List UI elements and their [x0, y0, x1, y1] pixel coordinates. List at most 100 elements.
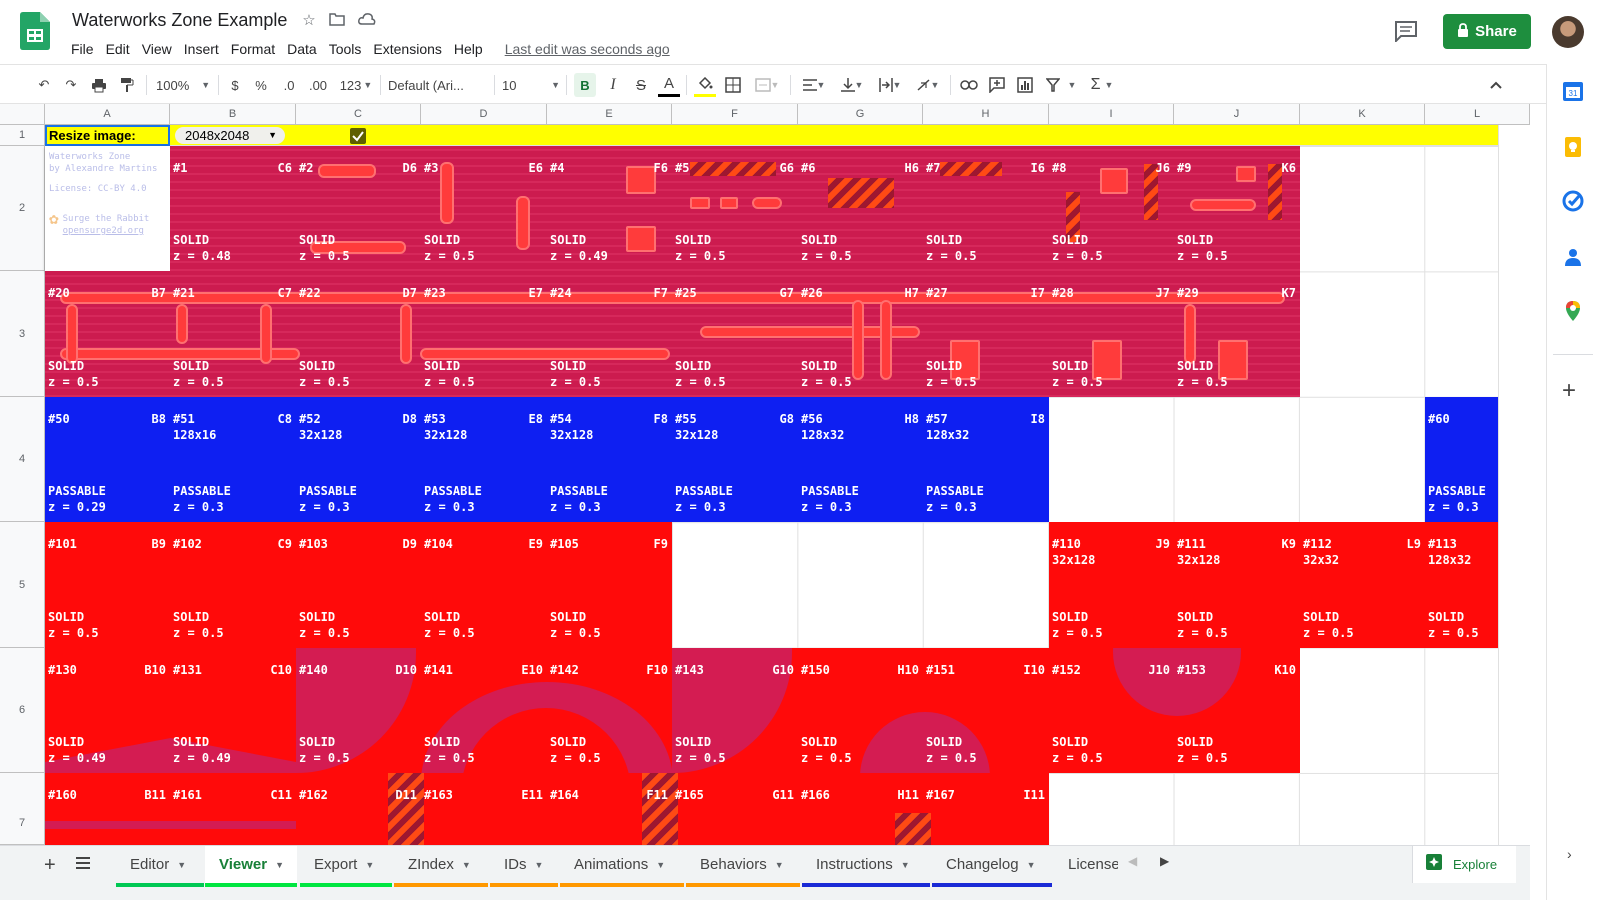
tile[interactable]: #104 E9 SOLID z = 0.5 [421, 522, 547, 648]
share-button[interactable]: Share [1443, 14, 1531, 49]
tile[interactable]: #52 32x128 D8 PASSABLE z = 0.3 [296, 397, 421, 522]
undo-icon[interactable]: ↶ [33, 73, 55, 97]
add-sheet-icon[interactable]: + [44, 854, 56, 877]
tile[interactable]: #1 C6 SOLID z = 0.48 [170, 146, 296, 271]
account-avatar[interactable] [1552, 16, 1584, 48]
row-header[interactable]: 7 [0, 773, 45, 845]
column-header[interactable]: D [421, 104, 547, 125]
tile[interactable]: #26 H7 SOLID z = 0.5 [798, 271, 923, 397]
menu-file[interactable]: File [65, 38, 100, 60]
column-header[interactable]: L [1425, 104, 1530, 125]
document-title[interactable]: Waterworks Zone Example [72, 10, 287, 31]
tile[interactable]: #152 J10 SOLID z = 0.5 [1049, 648, 1174, 773]
column-header[interactable]: H [923, 104, 1049, 125]
tab-zindex[interactable]: ZIndex ▼ [394, 846, 488, 887]
tile[interactable]: #101 B9 SOLID z = 0.5 [45, 522, 170, 648]
tile[interactable]: #164 F11 [547, 773, 672, 845]
tile[interactable]: #112 32x32 L9 SOLID z = 0.5 [1300, 522, 1425, 648]
sheets-logo-icon[interactable] [20, 12, 50, 50]
insert-link-icon[interactable] [958, 73, 980, 97]
tile[interactable]: #3 E6 SOLID z = 0.5 [421, 146, 547, 271]
menu-format[interactable]: Format [225, 38, 281, 60]
zoom-select[interactable]: 100% ▼ [156, 73, 212, 97]
tile[interactable]: #2 D6 SOLID z = 0.5 [296, 146, 421, 271]
column-header[interactable]: G [798, 104, 923, 125]
tile[interactable]: #143 G10 SOLID z = 0.5 [672, 648, 798, 773]
tile[interactable]: #9 K6 SOLID z = 0.5 [1174, 146, 1300, 271]
tile[interactable]: #29 K7 SOLID z = 0.5 [1174, 271, 1300, 397]
maps-icon[interactable] [1562, 300, 1584, 322]
column-header[interactable]: E [547, 104, 672, 125]
collapse-toolbar-icon[interactable] [1486, 73, 1506, 97]
tile[interactable]: #20 B7 SOLID z = 0.5 [45, 271, 170, 397]
tile[interactable]: #103 D9 SOLID z = 0.5 [296, 522, 421, 648]
tile[interactable]: #102 C9 SOLID z = 0.5 [170, 522, 296, 648]
tile[interactable]: #105 F9 SOLID z = 0.5 [547, 522, 672, 648]
more-formats-select[interactable]: 123 ▼ [338, 73, 374, 97]
menu-extensions[interactable]: Extensions [367, 38, 447, 60]
tab-changelog[interactable]: Changelog ▼ [932, 846, 1052, 887]
vertical-align-icon[interactable]: ▼ [836, 73, 868, 97]
increase-decimal-button[interactable]: .00 [306, 73, 330, 97]
merge-cells-icon[interactable]: ▼ [750, 73, 784, 97]
comment-history-icon[interactable] [1394, 20, 1420, 44]
menu-edit[interactable]: Edit [100, 38, 136, 60]
percent-format-button[interactable]: % [252, 73, 270, 97]
tile[interactable]: #7 I6 SOLID z = 0.5 [923, 146, 1049, 271]
fill-color-icon[interactable] [694, 73, 716, 97]
tab-behaviors[interactable]: Behaviors ▼ [686, 846, 800, 887]
print-icon[interactable] [88, 73, 110, 97]
tile[interactable]: #54 32x128 F8 PASSABLE z = 0.3 [547, 397, 672, 522]
all-sheets-icon[interactable] [76, 856, 90, 874]
tile[interactable]: #55 32x128 G8 PASSABLE z = 0.3 [672, 397, 798, 522]
tile[interactable]: #131 C10 SOLID z = 0.49 [170, 648, 296, 773]
tab-instructions[interactable]: Instructions ▼ [802, 846, 930, 887]
tile[interactable]: #153 K10 SOLID z = 0.5 [1174, 648, 1300, 773]
tile[interactable]: #161 C11 [170, 773, 296, 845]
cloud-status-icon[interactable] [358, 12, 376, 30]
tile[interactable]: #56 128x32 H8 PASSABLE z = 0.3 [798, 397, 923, 522]
paint-format-icon[interactable] [116, 73, 138, 97]
redo-icon[interactable]: ↷ [60, 73, 82, 97]
resize-image-label[interactable]: Resize image: [45, 125, 170, 146]
row-header[interactable]: 1 [0, 125, 45, 146]
tile[interactable]: #4 F6 SOLID z = 0.49 [547, 146, 672, 271]
tile[interactable]: #60 PASSABLE z = 0.3 [1425, 397, 1498, 522]
add-on-plus-icon[interactable]: + [1562, 379, 1576, 403]
font-size-select[interactable]: 10 ▼ [502, 73, 560, 97]
tile[interactable]: #163 E11 [421, 773, 547, 845]
vertical-scrollbar[interactable] [1498, 125, 1530, 845]
tile[interactable]: #167 I11 [923, 773, 1049, 845]
menu-help[interactable]: Help [448, 38, 489, 60]
menu-insert[interactable]: Insert [178, 38, 225, 60]
column-header[interactable]: A [45, 104, 170, 125]
column-header[interactable]: C [296, 104, 421, 125]
column-header[interactable]: J [1174, 104, 1300, 125]
keep-icon[interactable] [1562, 136, 1584, 158]
bold-button[interactable]: B [574, 73, 596, 97]
horizontal-align-icon[interactable]: ▼ [798, 73, 830, 97]
font-family-select[interactable]: Default (Ari... [388, 73, 488, 97]
scroll-tabs-left-icon[interactable]: ◀ [1128, 854, 1137, 868]
explore-button[interactable]: Explore [1412, 846, 1516, 883]
menu-data[interactable]: Data [281, 38, 323, 60]
tab-animations[interactable]: Animations ▼ [560, 846, 684, 887]
tile[interactable]: #57 128x32 I8 PASSABLE z = 0.3 [923, 397, 1049, 522]
column-header[interactable]: B [170, 104, 296, 125]
tile[interactable]: #151 I10 SOLID z = 0.5 [923, 648, 1049, 773]
tasks-icon[interactable] [1562, 190, 1584, 212]
tile[interactable]: #141 E10 SOLID z = 0.5 [421, 648, 547, 773]
tile[interactable]: #6 H6 SOLID z = 0.5 [798, 146, 923, 271]
tile[interactable]: #150 H10 SOLID z = 0.5 [798, 648, 923, 773]
borders-icon[interactable] [722, 73, 744, 97]
resize-checkbox[interactable] [350, 128, 366, 144]
tile[interactable]: #110 32x128 J9 SOLID z = 0.5 [1049, 522, 1174, 648]
tile[interactable]: #142 F10 SOLID z = 0.5 [547, 648, 672, 773]
row-header[interactable]: 5 [0, 522, 45, 648]
calendar-icon[interactable]: 31 [1562, 80, 1584, 102]
tile[interactable]: #21 C7 SOLID z = 0.5 [170, 271, 296, 397]
tile[interactable]: #53 32x128 E8 PASSABLE z = 0.3 [421, 397, 547, 522]
tile[interactable]: #8 J6 SOLID z = 0.5 [1049, 146, 1174, 271]
tile[interactable]: #162 D11 [296, 773, 421, 845]
tile[interactable]: #111 32x128 K9 SOLID z = 0.5 [1174, 522, 1300, 648]
